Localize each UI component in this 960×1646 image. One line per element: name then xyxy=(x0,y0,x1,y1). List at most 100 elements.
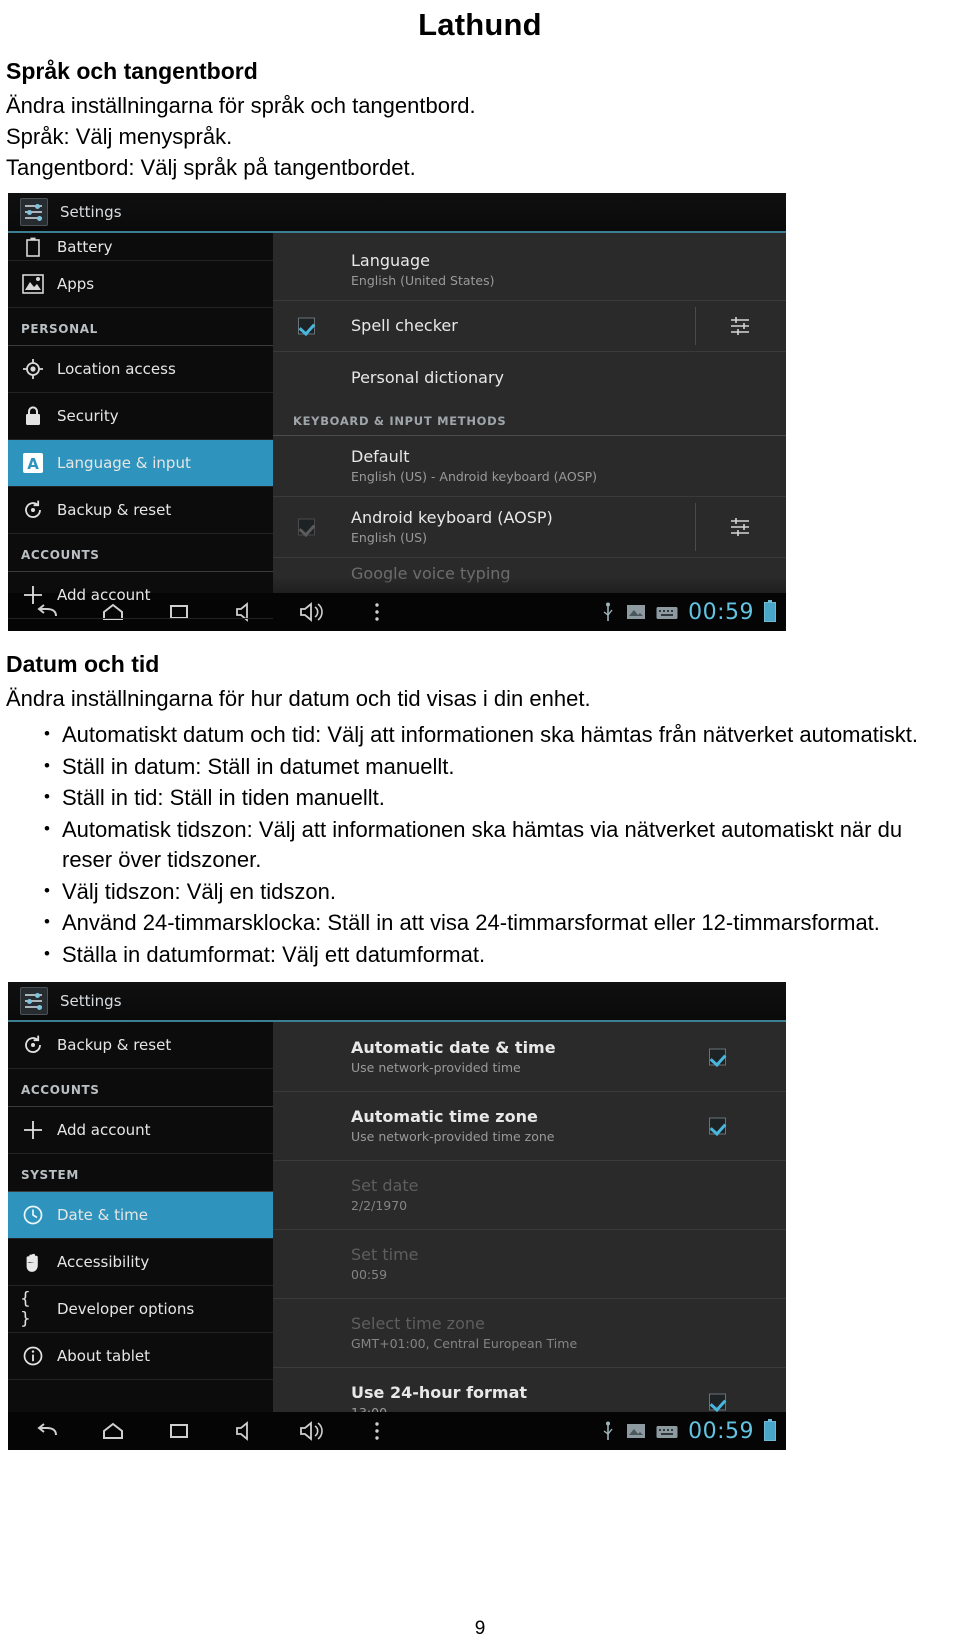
setting-row-default-keyboard[interactable]: Default English (US) - Android keyboard … xyxy=(273,436,786,497)
sidebar-item-developer-options[interactable]: { } Developer options xyxy=(8,1286,273,1333)
divider xyxy=(695,307,696,345)
settings-sidebar: Battery Apps PERSONAL Location access Se… xyxy=(8,233,273,619)
braces-icon: { } xyxy=(20,1289,31,1329)
sidebar-item-backup-and-reset[interactable]: Backup & reset xyxy=(8,487,273,534)
action-bar-title: Settings xyxy=(60,992,122,1010)
battery-icon xyxy=(764,600,776,622)
list-item: Ställ in datum: Ställ in datumet manuell… xyxy=(6,751,952,783)
section-heading-datetime: Datum och tid xyxy=(6,651,160,677)
android-keyboard-checkbox[interactable] xyxy=(298,518,315,536)
usb-icon xyxy=(600,1421,616,1441)
language-icon: A xyxy=(20,450,46,476)
setting-subtitle: English (US) - Android keyboard (AOSP) xyxy=(351,469,598,484)
automatic-time-zone-checkbox[interactable] xyxy=(709,1117,726,1135)
android-system-bar: 00:59 xyxy=(8,1412,786,1450)
sidebar-header-personal: PERSONAL xyxy=(8,308,273,346)
setting-subtitle: 00:59 xyxy=(351,1267,388,1282)
volume-up-icon[interactable] xyxy=(298,599,324,625)
sidebar-item-date-and-time[interactable]: Date & time xyxy=(8,1192,273,1239)
sidebar-item-label: Backup & reset xyxy=(57,1036,172,1054)
use-24-hour-format-checkbox[interactable] xyxy=(709,1393,726,1411)
list-item: Använd 24-timmarsklocka: Ställ in att vi… xyxy=(6,907,952,939)
android-action-bar: Settings xyxy=(8,982,786,1022)
list-item: Automatiskt datum och tid: Välj att info… xyxy=(6,719,952,751)
setting-caption-keyboard: KEYBOARD & INPUT METHODS xyxy=(273,402,786,436)
sidebar-item-label: Developer options xyxy=(57,1300,195,1318)
sidebar-item-security[interactable]: Security xyxy=(8,393,273,440)
sidebar-item-location-access[interactable]: Location access xyxy=(8,346,273,393)
setting-title: Spell checker xyxy=(351,316,458,335)
screenshot-icon xyxy=(626,603,646,621)
sidebar-item-battery[interactable]: Battery xyxy=(8,233,273,261)
recents-icon[interactable] xyxy=(166,1418,192,1444)
sidebar-item-accessibility[interactable]: Accessibility xyxy=(8,1239,273,1286)
battery-icon xyxy=(764,1419,776,1441)
setting-title: Default xyxy=(351,447,410,466)
setting-row-google-voice-typing[interactable]: Google voice typing xyxy=(273,558,786,595)
setting-row-automatic-date-time[interactable]: Automatic date & time Use network-provid… xyxy=(273,1022,786,1092)
setting-row-automatic-time-zone[interactable]: Automatic time zone Use network-provided… xyxy=(273,1092,786,1161)
sidebar-item-label: Date & time xyxy=(57,1206,148,1224)
sidebar-item-label: Add account xyxy=(57,1121,151,1139)
setting-row-personal-dictionary[interactable]: Personal dictionary xyxy=(273,352,786,402)
setting-title: Select time zone xyxy=(351,1314,485,1333)
volume-down-icon[interactable] xyxy=(232,1418,258,1444)
keyboard-icon xyxy=(656,605,678,619)
status-clock: 00:59 xyxy=(688,599,754,625)
settings-icon xyxy=(20,198,48,226)
keyboard-icon xyxy=(656,1424,678,1438)
setting-row-set-date: Set date 2/2/1970 xyxy=(273,1161,786,1230)
sidebar-item-label: Apps xyxy=(57,275,95,293)
setting-title: Personal dictionary xyxy=(351,368,504,387)
overflow-menu-icon[interactable] xyxy=(364,599,390,625)
document-body: Språk och tangentbord Ändra inställninga… xyxy=(0,56,960,1450)
sidebar-item-label: Backup & reset xyxy=(57,501,172,519)
section-paragraph: Tangentbord: Välj språk på tangentbordet… xyxy=(6,155,416,180)
setting-title: Set time xyxy=(351,1245,419,1264)
setting-subtitle: 2/2/1970 xyxy=(351,1198,408,1213)
sidebar-item-about-tablet[interactable]: About tablet xyxy=(8,1333,273,1380)
back-icon[interactable] xyxy=(34,1418,60,1444)
setting-subtitle: GMT+01:00, Central European Time xyxy=(351,1336,578,1351)
page-title: Lathund xyxy=(418,7,542,42)
setting-subtitle: English (US) xyxy=(351,530,427,545)
sidebar-item-label: Add account xyxy=(57,586,151,604)
sidebar-item-add-account[interactable]: Add account xyxy=(8,1107,273,1154)
action-bar-title: Settings xyxy=(60,203,122,221)
list-item: Automatisk tidszon: Välj att information… xyxy=(6,814,952,876)
page-number: 9 xyxy=(474,1618,486,1639)
gear-icon[interactable] xyxy=(728,314,754,338)
section-paragraph: Ändra inställningarna för språk och tang… xyxy=(6,93,476,118)
usb-icon xyxy=(600,602,616,622)
sidebar-item-label: Accessibility xyxy=(57,1253,150,1271)
setting-title: Language xyxy=(351,251,430,270)
svg-text:A: A xyxy=(27,455,39,473)
sidebar-item-language-and-input[interactable]: A Language & input xyxy=(8,440,273,487)
divider xyxy=(695,503,696,551)
setting-row-spell-checker[interactable]: Spell checker xyxy=(273,300,786,352)
backup-icon xyxy=(20,497,46,523)
sidebar-item-backup-and-reset[interactable]: Backup & reset xyxy=(8,1022,273,1069)
sidebar-item-apps[interactable]: Apps xyxy=(8,261,273,308)
list-item: Välj tidszon: Välj en tidszon. xyxy=(6,876,952,908)
setting-row-language[interactable]: Language English (United States) xyxy=(273,233,786,300)
setting-title: Google voice typing xyxy=(351,564,511,583)
screenshot-language-and-input: Settings Battery Apps PERSONAL Location … xyxy=(8,193,786,631)
settings-icon xyxy=(20,987,48,1015)
setting-row-set-time: Set time 00:59 xyxy=(273,1230,786,1299)
spell-checker-checkbox[interactable] xyxy=(298,317,315,335)
setting-row-android-keyboard[interactable]: Android keyboard (AOSP) English (US) xyxy=(273,497,786,558)
apps-icon xyxy=(20,271,46,297)
section-paragraph: Språk: Välj menyspråk. xyxy=(6,124,233,149)
setting-row-select-time-zone: Select time zone GMT+01:00, Central Euro… xyxy=(273,1299,786,1368)
gear-icon[interactable] xyxy=(728,515,754,539)
automatic-date-time-checkbox[interactable] xyxy=(709,1048,726,1065)
android-action-bar: Settings xyxy=(8,193,786,233)
overflow-menu-icon[interactable] xyxy=(364,1418,390,1444)
sidebar-item-add-account[interactable]: Add account xyxy=(8,572,273,619)
plus-icon xyxy=(20,582,46,608)
info-icon xyxy=(20,1343,46,1369)
volume-up-icon[interactable] xyxy=(298,1418,324,1444)
home-icon[interactable] xyxy=(100,1418,126,1444)
status-clock: 00:59 xyxy=(688,1418,754,1444)
